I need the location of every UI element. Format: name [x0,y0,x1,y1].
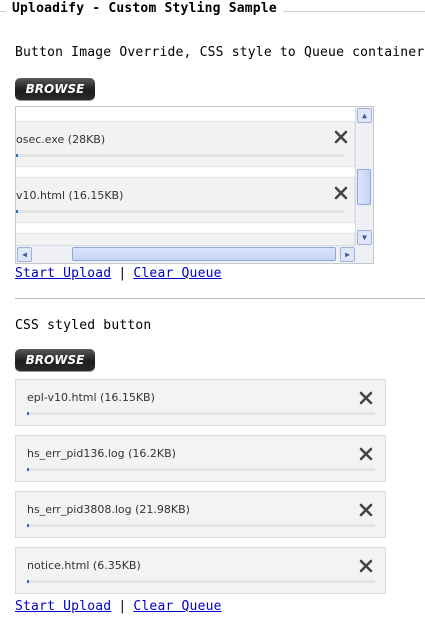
separator: | [118,599,127,614]
progress-fill [27,524,29,527]
progress-bar [27,524,375,527]
clear-queue-link[interactable]: Clear Queue [133,599,221,614]
progress-bar [16,210,344,213]
progress-bar [16,154,344,157]
queue-item-filename: osec.exe (28KB) [16,133,106,146]
arrow-up-icon[interactable]: ▲ [357,108,372,123]
queue-item: hs_err_pid3808.log (21.98KB) [15,491,386,538]
close-icon[interactable] [359,559,373,573]
queue-item-filename: v10.html (16.15KB) [16,189,124,202]
queue-item-filename: hs_err_pid3808.log (21.98KB) [27,503,190,516]
separator: | [118,266,127,281]
queue-item: notice.html (6.35KB) [15,547,386,594]
queue-actions: Start Upload | Clear Queue [15,266,222,281]
queue-item: osec.exe (28KB) [16,121,355,167]
section2-heading: CSS styled button [15,318,152,333]
clear-queue-link[interactable]: Clear Queue [133,266,221,281]
close-icon[interactable] [359,503,373,517]
progress-bar [27,468,375,471]
queue-actions: Start Upload | Clear Queue [15,599,222,614]
scrollbar-thumb[interactable] [357,169,371,205]
close-icon[interactable] [359,391,373,405]
progress-fill [27,580,29,583]
queue-item-filename: epl-v10.html (16.15KB) [27,391,155,404]
upload-queue-container: osec.exe (28KB) v10.html (16.15KB) ▲ ▼ ◀… [15,106,374,264]
progress-fill [27,412,29,415]
queue-item-filename: hs_err_pid136.log (16.2KB) [27,447,176,460]
arrow-left-icon[interactable]: ◀ [17,247,32,262]
arrow-right-icon[interactable]: ▶ [340,247,355,262]
queue-item: epl-v10.html (16.15KB) [15,379,386,426]
close-icon[interactable] [334,130,348,144]
queue-item: v10.html (16.15KB) [16,177,355,223]
section1-heading: Button Image Override, CSS style to Queu… [15,45,425,60]
scrollbar-thumb[interactable] [72,247,336,261]
start-upload-link[interactable]: Start Upload [15,266,111,281]
progress-fill [16,210,18,213]
queue-item-filename: notice.html (6.35KB) [27,559,141,572]
browse-button[interactable]: BROWSE [15,78,95,100]
vertical-scrollbar[interactable]: ▲ ▼ [355,107,373,246]
scrollbar-corner [356,246,373,263]
close-icon[interactable] [359,447,373,461]
progress-bar [27,580,375,583]
progress-bar [27,412,375,415]
close-icon[interactable] [334,186,348,200]
browse-button[interactable]: BROWSE [15,349,95,371]
start-upload-link[interactable]: Start Upload [15,599,111,614]
queue-item: hs_err_pid136.log (16.2KB) [15,435,386,482]
arrow-down-icon[interactable]: ▼ [357,230,372,245]
horizontal-scrollbar[interactable]: ◀ ▶ [16,245,356,263]
progress-fill [27,468,29,471]
progress-fill [16,154,18,157]
divider [15,298,425,299]
page-title: Uploadify - Custom Styling Sample [6,1,283,16]
